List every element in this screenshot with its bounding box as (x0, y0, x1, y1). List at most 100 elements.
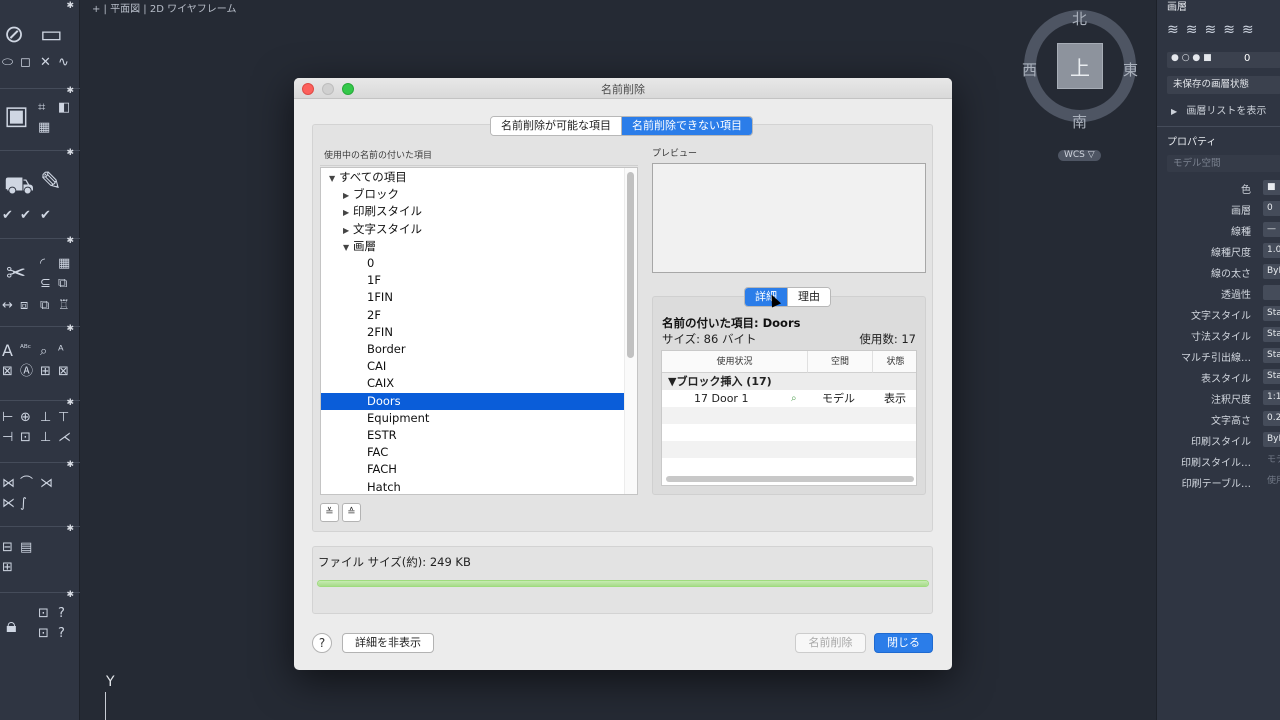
viewcube-top-face[interactable]: 上 (1057, 43, 1103, 89)
gear-icon[interactable]: ✱ (66, 324, 74, 334)
tree-item[interactable]: ESTR (321, 427, 625, 444)
column-header-usage[interactable]: 使用状況 (662, 351, 808, 373)
tangent-tool-icon[interactable]: ⋊ (40, 477, 53, 490)
trim-scissors-icon[interactable]: ✂ (6, 261, 26, 285)
viewport-controls[interactable]: + | 平面図 | 2D ワイヤフレーム (92, 0, 236, 15)
disclosure-expanded-icon[interactable]: ▼ (329, 170, 339, 187)
named-items-tree[interactable]: ▼ すべての項目 ▶ ブロック ▶ 印刷スタイル ▶ 文字スタイル ▼ 画層 0 1F 1FIN 2F 2F… (320, 167, 638, 495)
check-tool-icon[interactable]: ✔ (40, 209, 51, 222)
constraint-tool-icon[interactable]: ⋈ (2, 477, 15, 490)
field-tool-icon[interactable]: ⊠ (58, 365, 69, 378)
viewport-tool-icon[interactable]: ▣ (4, 103, 29, 129)
disclosure-collapsed-icon[interactable]: ▶ (343, 187, 353, 204)
rectangle-tool-icon[interactable]: ▭ (40, 22, 63, 46)
array-tool-icon[interactable]: ▦ (58, 257, 70, 270)
tree-column-header[interactable]: 使用中の名前の付いた項目 (320, 146, 638, 166)
gear-icon[interactable]: ✱ (66, 148, 74, 158)
show-layer-list-toggle[interactable]: ▶ 画層リストを表示 (1171, 102, 1266, 117)
property-row[interactable]: 線種 — (1157, 220, 1280, 241)
layer-visibility-icon[interactable]: ● ○ ● ■ (1171, 53, 1212, 63)
leader-tool-icon[interactable]: ⊤ (58, 411, 69, 424)
property-row[interactable]: 色 ■ (1157, 178, 1280, 199)
copy-tool-icon[interactable]: ⧉ (58, 277, 67, 290)
disclosure-collapsed-icon[interactable]: ▶ (343, 204, 353, 221)
tree-item[interactable]: 2FIN (321, 324, 625, 341)
close-button[interactable]: 閉じる (874, 633, 933, 653)
property-value[interactable]: モデ (1263, 453, 1280, 468)
image-attach-icon[interactable]: ▤ (20, 541, 32, 554)
property-row[interactable]: 注釈尺度 1:1 (1157, 388, 1280, 409)
continue-dim-icon[interactable]: ⊣ (2, 431, 13, 444)
property-row[interactable]: 線の太さ ByL (1157, 262, 1280, 283)
curve-tool-icon[interactable]: ∫ (20, 497, 27, 510)
gear-icon[interactable]: ✱ (66, 524, 74, 534)
line-tool-icon[interactable]: ⊘ (4, 22, 24, 46)
spell-check-icon[interactable]: ᴬᴮᶜ (20, 345, 31, 354)
text-tool-icon[interactable]: A (2, 343, 13, 359)
property-value[interactable]: 0.2 (1263, 411, 1280, 426)
tree-item[interactable]: CAIX (321, 375, 625, 392)
property-value[interactable]: ByL (1263, 264, 1280, 279)
tree-scrollbar-track[interactable] (624, 168, 637, 494)
check-tool-icon[interactable]: ✔ (2, 209, 13, 222)
property-row[interactable]: 文字高さ 0.2 (1157, 409, 1280, 430)
stretch-tool-icon[interactable]: ↔ (2, 299, 13, 312)
tree-item[interactable]: 0 (321, 255, 625, 272)
tolerance-icon[interactable]: ⊡ (20, 431, 31, 444)
lock-icon[interactable]: 🔒︎ (6, 615, 17, 635)
mirror-tool-icon[interactable]: ⧉ (40, 299, 49, 312)
gear-icon[interactable]: ✱ (66, 1, 74, 11)
measure-tool-icon[interactable]: ⊡ (38, 607, 49, 620)
tree-item[interactable]: FAC (321, 444, 625, 461)
property-row[interactable]: 文字スタイル Sta (1157, 304, 1280, 325)
tab-purgeable-items[interactable]: 名前削除が可能な項目 (491, 117, 621, 135)
disclosure-collapsed-icon[interactable]: ▶ (343, 222, 353, 239)
area-tool-icon[interactable]: ⊡ (38, 627, 49, 640)
compass-west[interactable]: 西 (1022, 59, 1037, 80)
tree-scrollbar-thumb[interactable] (627, 172, 634, 358)
tree-item[interactable]: ▶ 文字スタイル (321, 221, 625, 238)
property-value[interactable] (1263, 285, 1280, 300)
tree-item[interactable]: ▶ 印刷スタイル (321, 203, 625, 220)
property-value[interactable]: ByL (1263, 432, 1280, 447)
property-value[interactable]: ■ (1263, 180, 1280, 195)
property-row[interactable]: 印刷スタイル… モデ (1157, 451, 1280, 472)
linear-dim-icon[interactable]: ⊢ (2, 411, 13, 424)
compass-north[interactable]: 北 (1072, 8, 1087, 29)
tree-item[interactable]: CAI (321, 358, 625, 375)
brush-tool-icon[interactable]: ♖ (58, 299, 70, 312)
property-value[interactable]: — (1263, 222, 1280, 237)
polyline-tool-icon[interactable]: ✕ (40, 56, 51, 69)
layer-selector[interactable]: ● ○ ● ■ 0 (1167, 52, 1280, 68)
property-value[interactable]: Sta (1263, 369, 1280, 384)
scale-tool-icon[interactable]: ⧈ (20, 299, 28, 312)
column-header-state[interactable]: 状態 (873, 351, 916, 373)
polygon-tool-icon[interactable]: ◻ (20, 56, 31, 69)
eraser-tool-icon[interactable]: ✎ (40, 169, 62, 195)
arc-constraint-icon[interactable]: ⌒ (20, 477, 33, 490)
property-row[interactable]: 線種尺度 1.0 (1157, 241, 1280, 262)
property-value[interactable]: Sta (1263, 348, 1280, 363)
tree-item[interactable]: ▼ すべての項目 (321, 169, 625, 186)
tree-item[interactable]: ▶ ブロック (321, 186, 625, 203)
mtext-tool-icon[interactable]: ⊠ (2, 365, 13, 378)
usage-table[interactable]: 使用状況 空間 状態 ▼ブロック挿入 (17) 17 Door 1 ⌕ モデル … (661, 350, 917, 486)
text-edit-icon[interactable]: ᴬ (58, 345, 64, 358)
layer-tools-icons[interactable]: ≋≋≋≋≋ (1167, 22, 1261, 38)
column-header-space[interactable]: 空間 (808, 351, 873, 373)
tree-item[interactable]: 1F (321, 272, 625, 289)
help-button[interactable]: ? (312, 633, 332, 653)
text-style-icon[interactable]: Ⓐ (20, 365, 33, 378)
property-row[interactable]: 寸法スタイル Sta (1157, 325, 1280, 346)
compass-east[interactable]: 東 (1123, 59, 1138, 80)
dimension-edit-icon[interactable]: ⋌ (58, 431, 71, 444)
block-tool-icon[interactable]: ⌗ (38, 101, 45, 114)
dialog-titlebar[interactable]: 名前削除 (294, 78, 952, 99)
tree-item[interactable]: Hatch (321, 479, 625, 494)
property-row[interactable]: 表スタイル Sta (1157, 367, 1280, 388)
ordinate-dim-icon[interactable]: ⊥ (40, 431, 51, 444)
gear-icon[interactable]: ✱ (66, 590, 74, 600)
check-tool-icon[interactable]: ✔ (20, 209, 31, 222)
expand-all-button[interactable]: ≚ (320, 503, 339, 522)
property-value[interactable]: 使用 (1263, 474, 1280, 489)
